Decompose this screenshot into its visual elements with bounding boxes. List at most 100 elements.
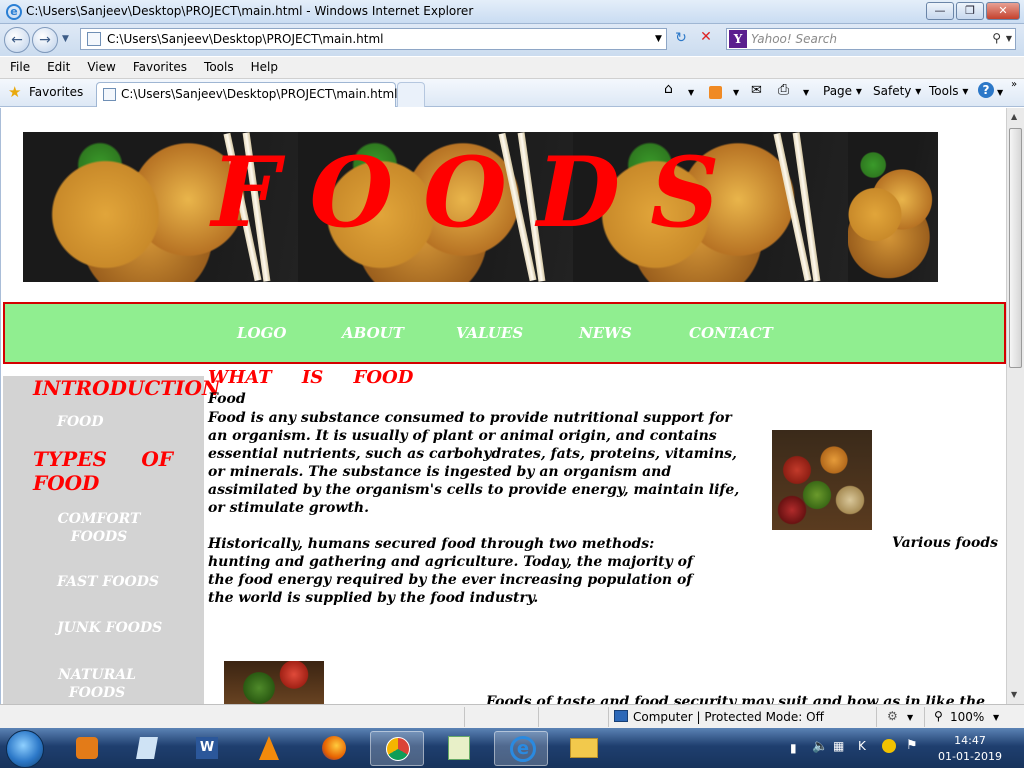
tool-icon[interactable]: [432, 731, 486, 766]
favorites-star-icon[interactable]: ★: [8, 83, 21, 101]
menu-help[interactable]: Help: [241, 57, 285, 74]
page-menu[interactable]: Page ▾: [823, 84, 862, 98]
search-input[interactable]: Y Yahoo! Search ⚲ ▼: [726, 28, 1016, 50]
search-dropdown-icon[interactable]: ▼: [1006, 34, 1012, 43]
stop-button[interactable]: ✕: [697, 29, 715, 47]
protected-mode-icon[interactable]: ⚙: [887, 709, 898, 723]
home-icon[interactable]: ⌂: [664, 81, 673, 97]
antivirus-icon[interactable]: K: [858, 739, 866, 753]
chrome-icon[interactable]: [370, 731, 424, 766]
action-center-flag-icon[interactable]: ⚑: [906, 738, 918, 753]
back-button[interactable]: ←: [4, 27, 30, 53]
banner-title: FOODS: [211, 136, 750, 249]
close-icon: ✕: [998, 4, 1008, 17]
restore-button[interactable]: ❐: [956, 2, 984, 20]
content-heading: WHAT IS FOOD: [208, 367, 414, 388]
battery-icon[interactable]: ▮: [790, 741, 797, 755]
home-dropdown-icon[interactable]: ▼: [688, 88, 694, 97]
content-paragraph-1: Food is any substance consumed to provid…: [208, 410, 740, 516]
zoom-icon[interactable]: ⚲: [934, 709, 943, 723]
menu-tools[interactable]: Tools: [194, 57, 241, 74]
sidebar-item-junk-foods[interactable]: JUNK FOODS: [57, 620, 162, 636]
vertical-scrollbar[interactable]: ▲ ▼: [1006, 108, 1024, 704]
nav-values[interactable]: VALUES: [456, 324, 523, 342]
internet-explorer-icon: e: [6, 4, 22, 20]
address-toolbar: ← → ▼ C:\Users\Sanjeev\Desktop\PROJECT\m…: [0, 24, 1024, 56]
sidebar-item-fast-foods[interactable]: FAST FOODS: [57, 574, 159, 590]
scrollbar-thumb[interactable]: [1009, 128, 1022, 368]
tray-app-icon[interactable]: [882, 739, 896, 753]
nav-news[interactable]: NEWS: [579, 324, 632, 342]
print-icon[interactable]: ⎙: [778, 82, 789, 98]
new-tab-button[interactable]: [397, 82, 425, 107]
scroll-down-icon[interactable]: ▼: [1011, 690, 1017, 699]
sidebar-heading-types: TYPES OF FOOD: [33, 447, 173, 495]
tools-menu[interactable]: Tools ▾: [929, 84, 968, 98]
site-navigation: LOGO ABOUT VALUES NEWS CONTACT: [3, 302, 1006, 364]
notepad-icon[interactable]: [120, 731, 174, 766]
file-explorer-icon[interactable]: [556, 731, 610, 766]
scroll-up-icon[interactable]: ▲: [1011, 112, 1017, 121]
page-icon: [103, 88, 116, 101]
yahoo-icon: Y: [729, 30, 747, 48]
nav-about[interactable]: ABOUT: [342, 324, 404, 342]
menu-favorites[interactable]: Favorites: [123, 57, 194, 74]
address-dropdown-icon[interactable]: ▼: [655, 34, 662, 44]
clock-date: 01-01-2019: [938, 750, 1002, 763]
web-page-viewport: FOODS LOGO ABOUT VALUES NEWS CONTACT INT…: [0, 108, 1006, 704]
close-button[interactable]: ✕: [986, 2, 1020, 20]
forward-button[interactable]: →: [32, 27, 58, 53]
address-text: C:\Users\Sanjeev\Desktop\PROJECT\main.ht…: [107, 32, 384, 46]
system-clock[interactable]: 14:47 01-01-2019: [930, 733, 1010, 765]
chevron-right-icon[interactable]: »: [1011, 79, 1017, 90]
help-icon[interactable]: ?: [978, 82, 994, 98]
media-center-icon[interactable]: [60, 731, 114, 766]
favorites-button[interactable]: Favorites: [29, 85, 83, 99]
content-paragraph-2: Historically, humans secured food throug…: [208, 535, 998, 607]
back-arrow-icon: ←: [11, 32, 23, 48]
paragraph-2-text: Historically, humans secured food throug…: [208, 536, 693, 606]
stop-icon: ✕: [700, 29, 712, 45]
search-icon[interactable]: ⚲: [992, 31, 1001, 45]
menu-view[interactable]: View: [77, 57, 122, 74]
sidebar-item-natural-foods[interactable]: NATURAL FOODS: [53, 666, 141, 702]
content-subheading: Food: [208, 391, 246, 407]
nav-contact[interactable]: CONTACT: [689, 324, 773, 342]
status-bar: Computer | Protected Mode: Off ⚙ ▼ ⚲ 100…: [0, 704, 1024, 728]
menu-file[interactable]: File: [0, 57, 37, 74]
sidebar-item-comfort-foods[interactable]: COMFORT FOODS: [53, 510, 145, 546]
network-icon[interactable]: ▦: [833, 739, 844, 753]
refresh-button[interactable]: ↻: [672, 30, 690, 48]
vlc-icon[interactable]: [242, 731, 296, 766]
nav-logo[interactable]: LOGO: [237, 324, 287, 342]
word-icon[interactable]: W: [180, 731, 234, 766]
firefox-icon[interactable]: [306, 731, 360, 766]
print-dropdown-icon[interactable]: ▼: [803, 88, 809, 97]
security-zone-text[interactable]: Computer | Protected Mode: Off: [633, 710, 824, 724]
sidebar-item-food[interactable]: FOOD: [57, 414, 103, 430]
volume-icon[interactable]: 🔈: [812, 739, 828, 754]
zoom-dropdown-icon[interactable]: ▼: [993, 713, 999, 722]
start-button[interactable]: [6, 730, 44, 768]
various-foods-image: [772, 430, 872, 530]
fruit-basket-image: [224, 661, 324, 704]
menu-edit[interactable]: Edit: [37, 57, 77, 74]
rss-feed-icon[interactable]: [709, 86, 722, 99]
read-mail-icon[interactable]: ✉: [751, 83, 762, 98]
history-dropdown-icon[interactable]: ▼: [62, 34, 69, 44]
zoom-level[interactable]: 100%: [950, 710, 984, 724]
window-title: C:\Users\Sanjeev\Desktop\PROJECT\main.ht…: [26, 4, 474, 18]
forward-arrow-icon: →: [39, 32, 51, 48]
help-dropdown-icon[interactable]: ▼: [997, 88, 1003, 97]
window-title-bar: e C:\Users\Sanjeev\Desktop\PROJECT\main.…: [0, 0, 1024, 24]
sidebar: INTRODUCTION FOOD TYPES OF FOOD COMFORT …: [3, 376, 220, 704]
minimize-button[interactable]: —: [926, 2, 954, 20]
feed-dropdown-icon[interactable]: ▼: [733, 88, 739, 97]
safety-menu[interactable]: Safety ▾: [873, 84, 921, 98]
internet-explorer-taskbar-icon[interactable]: e: [494, 731, 548, 766]
address-input[interactable]: C:\Users\Sanjeev\Desktop\PROJECT\main.ht…: [80, 28, 667, 50]
refresh-icon: ↻: [675, 30, 687, 46]
computer-zone-icon: [614, 710, 628, 722]
browser-tab[interactable]: C:\Users\Sanjeev\Desktop\PROJECT\main.ht…: [96, 82, 398, 107]
zone-dropdown-icon[interactable]: ▼: [907, 713, 913, 722]
